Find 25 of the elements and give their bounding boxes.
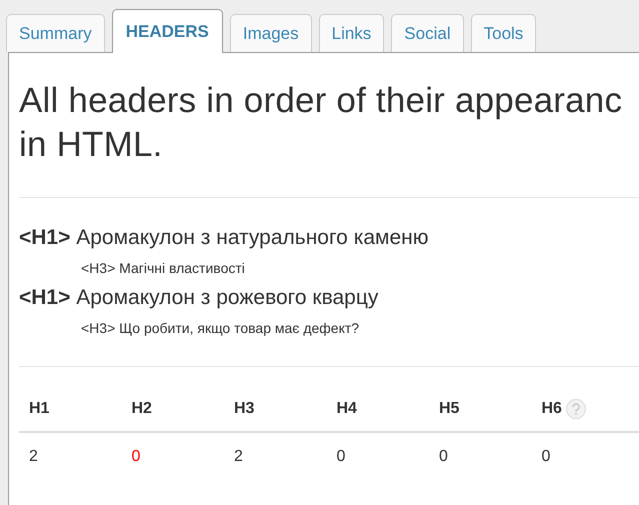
help-icon[interactable] [566, 399, 586, 419]
count-value: 0 [439, 448, 448, 465]
column-header: H5 [439, 399, 460, 419]
column-header: H2 [132, 399, 152, 419]
subheading-entry: <H3> Що робити, якщо товар має дефект? [80, 319, 360, 338]
subheading-entry: <H3> Магічні властивості [80, 259, 246, 278]
heading-entry: <H1> Аромакулон з рожевого кварцу [19, 285, 380, 311]
tab[interactable]: Tools [470, 14, 536, 52]
tab[interactable]: Summary [6, 14, 105, 52]
column-header: H1 [29, 399, 50, 419]
tab[interactable]: Social [391, 14, 464, 52]
tab[interactable]: Images [230, 14, 312, 52]
column-header: H6 [542, 399, 562, 419]
tab[interactable]: Links [318, 14, 384, 52]
count-value: 0 [336, 448, 346, 465]
page-title: in HTML. [19, 124, 164, 166]
count-value: 0 [132, 448, 140, 465]
count-value: 0 [542, 448, 550, 465]
column-header: H4 [336, 399, 357, 419]
count-value: 2 [29, 448, 38, 465]
page-title: All headers in order of their appearanc [19, 80, 624, 122]
column-header: H3 [234, 399, 254, 419]
heading-entry: <H1> Аромакулон з натурального каменю [19, 225, 430, 251]
count-value: 2 [234, 448, 243, 465]
tab[interactable]: HEADERS [112, 9, 223, 53]
